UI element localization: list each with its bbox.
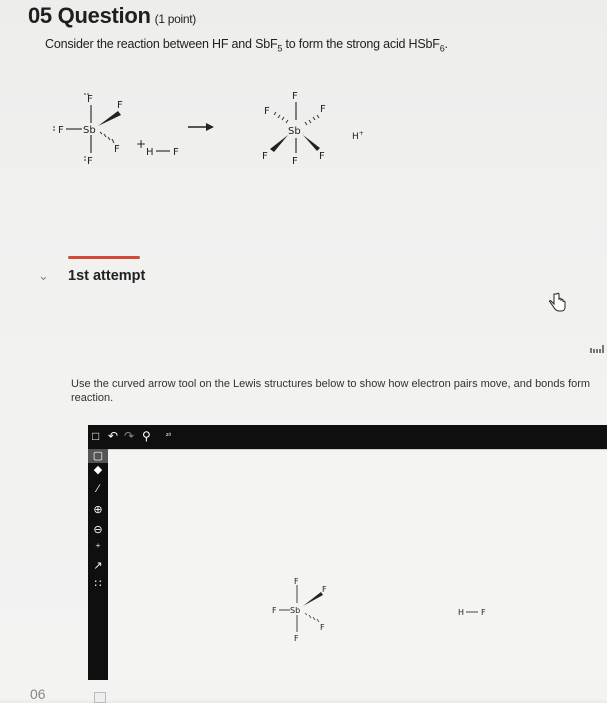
canvas-molecules: Sb F F F F F H F: [272, 577, 486, 643]
canvas-f-bottom: F: [294, 634, 299, 643]
canvas-hf-f: F: [481, 608, 486, 617]
select-tool-icon[interactable]: ▢: [88, 449, 108, 463]
canvas-hf-h: H: [458, 608, 464, 617]
drawing-toolbar: □ ↶ ↷ ⚲ ²⁰: [88, 425, 607, 449]
product-f-upleft: F: [264, 106, 270, 117]
lone-pair-icon[interactable]: ∷: [88, 577, 108, 590]
zoom-level-label[interactable]: ²⁰: [166, 429, 171, 444]
hf-f-label: F: [173, 147, 179, 158]
reactant-sbf5: Sb F F F F F: [53, 93, 123, 167]
instructions-line-1: Use the curved arrow tool on the Lewis s…: [71, 378, 591, 390]
negative-charge-icon[interactable]: ⊖: [88, 523, 108, 536]
reactant-f-left: F: [58, 125, 64, 136]
product-cation: H+: [352, 130, 364, 142]
reactant-f-upright: F: [117, 100, 123, 111]
reactant-f-lowright: F: [114, 144, 120, 155]
canvas-f-top: F: [294, 577, 299, 586]
question-title-text: 05 Question: [28, 3, 151, 28]
canvas-f-upright: F: [322, 585, 327, 594]
instructions-line-2: reaction.: [71, 392, 114, 404]
prompt-text-3: .: [444, 37, 449, 51]
instructions: Use the curved arrow tool on the Lewis s…: [71, 377, 607, 405]
attempt-label: 1st attempt: [68, 268, 146, 284]
product-center-label: Sb: [288, 126, 301, 137]
product-sbf6: Sb F F F F F F: [262, 91, 326, 167]
question-points: (1 point): [154, 12, 197, 26]
chevron-down-icon[interactable]: ⌄: [38, 268, 49, 284]
redo-icon[interactable]: ↷: [124, 429, 134, 444]
question-title: 05 Question (1 point): [28, 3, 196, 29]
drawing-tool-sidebar: ▢ ◆ ∕ ⊕ ⊖ ⁺ ↗ ∷: [88, 449, 108, 680]
bond-tool-icon[interactable]: ∕: [88, 483, 108, 495]
reactant-f-top: F: [87, 94, 93, 105]
canvas-f-lowright: F: [320, 623, 325, 632]
eraser-icon[interactable]: ◆: [88, 463, 108, 476]
undo-icon[interactable]: ↶: [108, 429, 118, 444]
reaction-scheme: Sb F F F F F + H F Sb F F F F F F H+: [53, 91, 364, 167]
reactant-f-bottom: F: [87, 156, 93, 167]
question-prompt: Consider the reaction between HF and SbF…: [45, 37, 448, 54]
positive-charge-icon[interactable]: ⊕: [88, 503, 108, 516]
canvas-hf: H F: [458, 608, 486, 617]
product-f-lowleft: F: [262, 151, 268, 162]
canvas-sbf5: Sb F F F F F: [272, 577, 327, 643]
prompt-text-1: Consider the reaction between HF and SbF: [45, 37, 278, 51]
hand-pointer-icon: [549, 292, 566, 312]
prompt-text-2: to form the strong acid HSbF: [282, 37, 440, 51]
product-f-upright: F: [320, 104, 326, 115]
attempt-tab-indicator: [68, 256, 140, 259]
reaction-plus: +: [136, 137, 146, 151]
add-hydrogen-icon[interactable]: ⁺: [88, 541, 108, 554]
canvas-center-label: Sb: [290, 606, 300, 615]
new-document-icon[interactable]: □: [92, 429, 99, 444]
periodic-table-icon[interactable]: [590, 342, 604, 354]
product-f-lowright: F: [319, 151, 325, 162]
zoom-icon[interactable]: ⚲: [142, 429, 151, 444]
next-question-icon: [94, 692, 106, 703]
reaction-arrow: [188, 123, 214, 131]
curved-arrow-icon[interactable]: ↗: [88, 559, 108, 572]
canvas-f-left: F: [272, 606, 277, 615]
product-f-top: F: [292, 91, 298, 102]
product-f-bottom: F: [292, 156, 298, 167]
reactant-center-label: Sb: [83, 125, 96, 136]
hf-h-label: H: [146, 147, 154, 158]
